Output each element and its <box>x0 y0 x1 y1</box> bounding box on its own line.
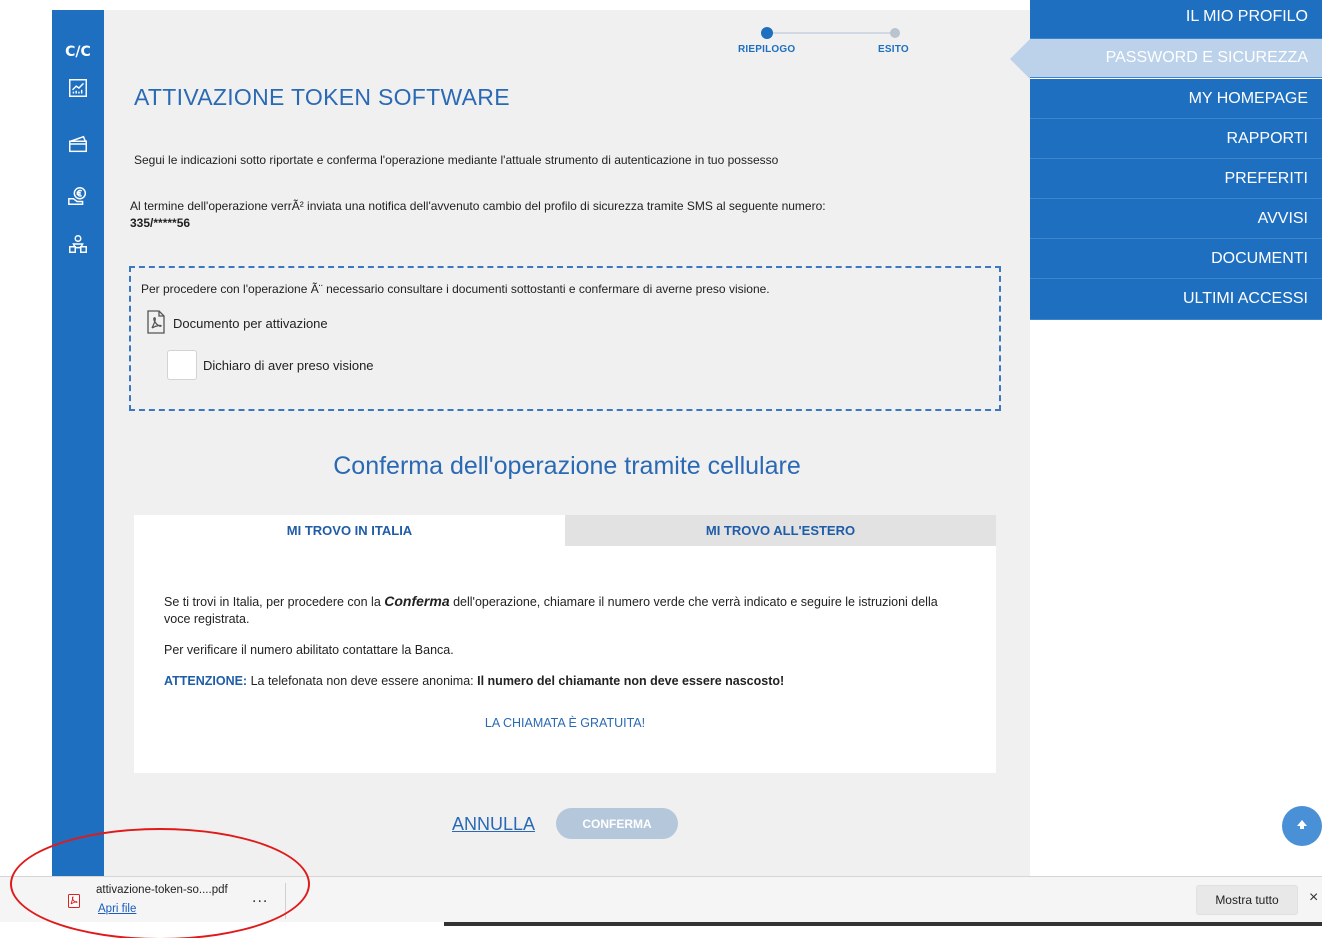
tab-estero[interactable]: MI TROVO ALL'ESTERO <box>565 515 996 546</box>
sidebar-item-loans[interactable] <box>52 180 104 216</box>
pdf-icon <box>145 310 173 337</box>
pdf-file-icon <box>68 894 80 908</box>
acknowledge-checkbox[interactable] <box>167 350 197 380</box>
menu-item-documenti[interactable]: DOCUMENTI <box>1030 239 1322 279</box>
warning-text: La telefonata non deve essere anonima: <box>247 674 478 688</box>
warning-label: ATTENZIONE: <box>164 674 248 688</box>
confirm-tabs-card: MI TROVO IN ITALIA MI TROVO ALL'ESTERO S… <box>134 515 996 773</box>
intro-text: Segui le indicazioni sotto riportate e c… <box>134 153 779 167</box>
documents-intro: Per procedere con l'operazione Ã¨ necess… <box>141 282 770 296</box>
warning-paragraph: ATTENZIONE: La telefonata non deve esser… <box>164 673 944 690</box>
hand-euro-icon <box>67 185 89 212</box>
menu-item-preferiti[interactable]: PREFERITI <box>1030 159 1322 199</box>
instructions-bold: Conferma <box>384 593 450 609</box>
notify-message: Al termine dell'operazione verrÃ² inviat… <box>130 199 826 213</box>
confirm-button[interactable]: CONFERMA <box>556 808 678 839</box>
warning-bold: Il numero del chiamante non deve essere … <box>477 674 785 688</box>
left-sidebar: C/C <box>52 10 104 876</box>
tab-italia[interactable]: MI TROVO IN ITALIA <box>134 515 565 546</box>
instructions-paragraph: Se ti trovi in Italia, per procedere con… <box>164 593 944 628</box>
more-options-icon[interactable]: ... <box>252 889 268 907</box>
show-all-button[interactable]: Mostra tutto <box>1196 885 1298 915</box>
page-root: C/C RIEPILOGO ESITO ATTIVAZIONE TOKEN SO… <box>0 0 1322 938</box>
taskbar-edge <box>444 922 1322 926</box>
cc-label: C/C <box>65 44 91 60</box>
card-icon <box>67 133 89 160</box>
step-dot-active <box>761 27 773 39</box>
menu-item-password-label: PASSWORD E SICUREZZA <box>1105 49 1308 66</box>
sidebar-item-investments[interactable] <box>52 72 104 108</box>
document-link-label: Documento per attivazione <box>173 316 328 331</box>
verify-paragraph: Per verificare il numero abilitato conta… <box>164 643 454 657</box>
open-file-link[interactable]: Apri file <box>98 903 136 915</box>
bottom-strip <box>0 922 1322 938</box>
scroll-top-button[interactable] <box>1282 806 1322 846</box>
stepper-line <box>766 32 898 34</box>
acknowledge-label: Dichiaro di aver preso visione <box>203 357 374 373</box>
sidebar-item-cc[interactable]: C/C <box>52 34 104 70</box>
chart-icon <box>67 77 89 104</box>
close-icon[interactable]: × <box>1309 889 1318 907</box>
download-file-name: attivazione-token-so....pdf <box>96 884 228 896</box>
free-call-note: LA CHIAMATA È GRATUITA! <box>484 716 646 730</box>
cancel-button[interactable]: ANNULLA <box>452 814 535 835</box>
step-dot <box>890 28 900 38</box>
step-label-riepilogo: RIEPILOGO <box>738 44 796 55</box>
menu-item-password[interactable]: PASSWORD E SICUREZZA <box>1010 39 1322 79</box>
tab-content: Se ti trovi in Italia, per procedere con… <box>164 593 944 704</box>
page-title: ATTIVAZIONE TOKEN SOFTWARE <box>134 84 510 110</box>
download-bar: attivazione-token-so....pdf Apri file ..… <box>0 876 1322 922</box>
arrow-up-icon <box>1295 817 1309 836</box>
sidebar-item-insurance[interactable] <box>52 228 104 264</box>
instructions-before: Se ti trovi in Italia, per procedere con… <box>164 595 385 609</box>
download-item[interactable]: attivazione-token-so....pdf Apri file ..… <box>64 883 286 919</box>
menu-item-rapporti[interactable]: RAPPORTI <box>1030 119 1322 159</box>
document-link[interactable]: Documento per attivazione <box>145 310 328 337</box>
documents-box: Per procedere con l'operazione Ã¨ necess… <box>129 266 1001 411</box>
progress-stepper: RIEPILOGO ESITO <box>738 24 938 58</box>
main-panel: RIEPILOGO ESITO ATTIVAZIONE TOKEN SOFTWA… <box>104 10 1030 876</box>
menu-item-homepage[interactable]: MY HOMEPAGE <box>1030 79 1322 119</box>
acknowledge-row: Dichiaro di aver preso visione <box>167 350 374 380</box>
notify-text: Al termine dell'operazione verrÃ² inviat… <box>130 198 950 232</box>
phone-number: 335/*****56 <box>130 216 191 230</box>
confirm-heading: Conferma dell'operazione tramite cellula… <box>333 452 801 480</box>
sidebar-item-cards[interactable] <box>52 128 104 164</box>
active-arrow <box>1010 39 1030 79</box>
step-label-esito: ESITO <box>878 44 909 55</box>
menu-item-profilo[interactable]: IL MIO PROFILO <box>1030 0 1322 39</box>
menu-item-avvisi[interactable]: AVVISI <box>1030 199 1322 239</box>
people-icon <box>67 233 89 260</box>
menu-item-accessi[interactable]: ULTIMI ACCESSI <box>1030 279 1322 320</box>
